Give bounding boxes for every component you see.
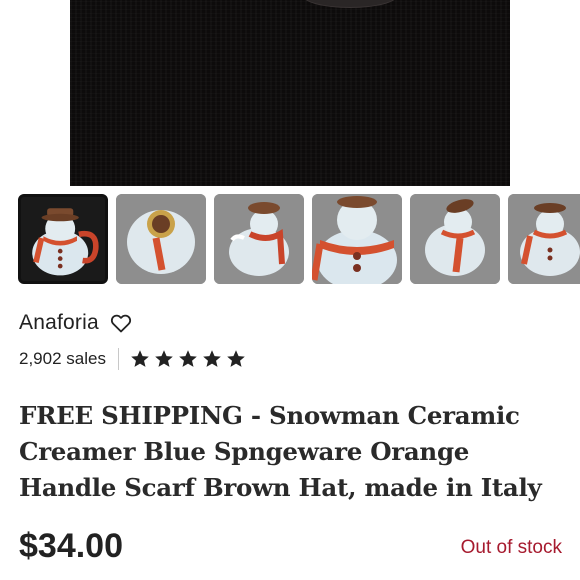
snowman-creamer-back-icon: [214, 194, 304, 284]
snowman-creamer-side-icon: [410, 194, 500, 284]
shop-name-link[interactable]: Anaforia: [19, 311, 99, 335]
thumbnail-2[interactable]: [116, 194, 206, 284]
stock-status: Out of stock: [460, 537, 562, 558]
product-title: FREE SHIPPING - Snowman Ceramic Creamer …: [19, 401, 542, 502]
shop-row: Anaforia: [19, 308, 133, 338]
thumbnail-5[interactable]: [410, 194, 500, 284]
thumbnail-4[interactable]: [312, 194, 402, 284]
thumbnail-1[interactable]: [18, 194, 108, 284]
thumbnail-strip: [0, 194, 580, 286]
star-icon: [131, 350, 149, 367]
creamer-base-shape: [302, 0, 398, 8]
main-product-image[interactable]: [70, 0, 510, 186]
star-icon: [227, 350, 245, 367]
favorite-heart-icon[interactable]: [109, 311, 133, 335]
snowman-creamer-top-icon: [116, 194, 206, 284]
sales-count: 2,902 sales: [19, 349, 106, 368]
rating-stars[interactable]: [129, 348, 247, 370]
snowman-creamer-closeup-icon: [312, 194, 402, 284]
star-icon: [179, 350, 197, 367]
star-icon: [203, 350, 221, 367]
snowman-creamer-icon: [21, 197, 105, 281]
product-price: $34.00: [19, 527, 123, 565]
star-icon: [155, 350, 173, 367]
shop-stats-row: 2,902 sales: [19, 346, 247, 372]
divider: [117, 348, 119, 370]
snowman-creamer-angle-icon: [508, 194, 580, 284]
thumbnail-3[interactable]: [214, 194, 304, 284]
product-image-viewer[interactable]: [0, 0, 580, 186]
thumbnail-6[interactable]: [508, 194, 580, 284]
